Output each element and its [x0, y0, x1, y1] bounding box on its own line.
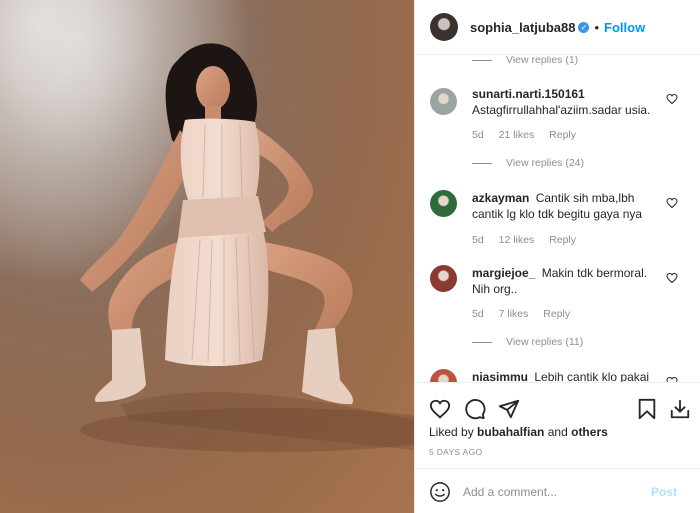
post-photo[interactable]	[0, 0, 414, 513]
comment-text: azkayman Cantik sih mba,lbh cantik lg kl…	[472, 190, 652, 222]
comment-username[interactable]: margiejoe_	[472, 266, 535, 280]
heart-outline-icon[interactable]	[666, 93, 678, 105]
view-replies-button[interactable]: View replies (1)	[472, 56, 578, 66]
avatar[interactable]	[430, 265, 457, 292]
emoji-icon[interactable]	[429, 481, 451, 503]
post-timestamp[interactable]: 5 DAYS AGO	[429, 447, 482, 457]
comment-meta: 5d 12 likes Reply	[472, 234, 588, 246]
view-replies-button[interactable]: View replies (11)	[472, 336, 583, 348]
view-replies-button[interactable]: View replies (24)	[472, 157, 584, 169]
separator: •	[594, 19, 600, 35]
replies-divider	[472, 59, 492, 61]
liked-by-user[interactable]: bubahalfian	[477, 425, 544, 439]
liked-by: Liked by bubahalfian and others	[429, 425, 608, 439]
comment-likes[interactable]: 21 likes	[499, 129, 535, 141]
liked-by-others[interactable]: others	[571, 425, 608, 439]
avatar[interactable]	[430, 369, 457, 382]
heart-outline-icon[interactable]	[666, 197, 678, 209]
replies-divider	[472, 162, 492, 164]
comment-text: sunarti.narti.150161 Astagfirrullahhal'a…	[472, 86, 652, 118]
heart-icon[interactable]	[429, 398, 451, 420]
comment-icon[interactable]	[464, 398, 486, 420]
post-header: sophia_latjuba88 ✓ • Follow	[415, 0, 700, 55]
comment-age: 5d	[472, 129, 484, 141]
reply-button[interactable]: Reply	[543, 308, 570, 320]
add-comment-bar: Post	[415, 468, 700, 513]
post-username[interactable]: sophia_latjuba88	[470, 20, 575, 35]
verified-badge-icon: ✓	[578, 21, 590, 33]
comment-body: Astagfirrullahhal'aziim.sadar usia.	[472, 103, 651, 117]
replies-divider	[472, 341, 492, 343]
comment-meta: 5d 21 likes Reply	[472, 129, 588, 141]
comment-likes[interactable]: 7 likes	[499, 308, 529, 320]
liked-by-and: and	[547, 425, 568, 439]
comment-input[interactable]	[463, 483, 643, 501]
view-replies-label: View replies (11)	[506, 336, 584, 348]
post-side-panel: sophia_latjuba88 ✓ • Follow View replies…	[414, 0, 700, 513]
reply-button[interactable]: Reply	[549, 129, 576, 141]
comment-age: 5d	[472, 308, 484, 320]
comment-age: 5d	[472, 234, 484, 246]
comment-likes[interactable]: 12 likes	[499, 234, 535, 246]
comment-text: niasimmu Lebih cantik klo pakai	[472, 369, 652, 382]
follow-button[interactable]: Follow	[604, 20, 645, 35]
view-replies-label: View replies (24)	[506, 157, 585, 169]
bookmark-icon[interactable]	[636, 398, 658, 420]
comment-meta: 5d 7 likes Reply	[472, 308, 582, 320]
comment-text: margiejoe_ Makin tdk bermoral. Nih org..	[472, 265, 652, 297]
reply-button[interactable]: Reply	[549, 234, 576, 246]
share-icon[interactable]	[498, 398, 520, 420]
woman-photo-illustration	[0, 0, 414, 513]
view-replies-label: View replies (1)	[506, 56, 579, 66]
post-button[interactable]: Post	[651, 485, 677, 499]
liked-by-prefix: Liked by	[429, 425, 474, 439]
comment-username[interactable]: sunarti.narti.150161	[472, 87, 585, 101]
avatar[interactable]	[430, 13, 458, 41]
heart-outline-icon[interactable]	[666, 272, 678, 284]
avatar[interactable]	[430, 190, 457, 217]
comment-body: Lebih cantik klo pakai	[534, 370, 650, 382]
comments-list[interactable]: View replies (1) sunarti.narti.150161 As…	[415, 56, 700, 382]
download-icon[interactable]	[669, 398, 691, 420]
comment-username[interactable]: azkayman	[472, 191, 529, 205]
comment-username[interactable]: niasimmu	[472, 370, 528, 382]
avatar[interactable]	[430, 88, 457, 115]
